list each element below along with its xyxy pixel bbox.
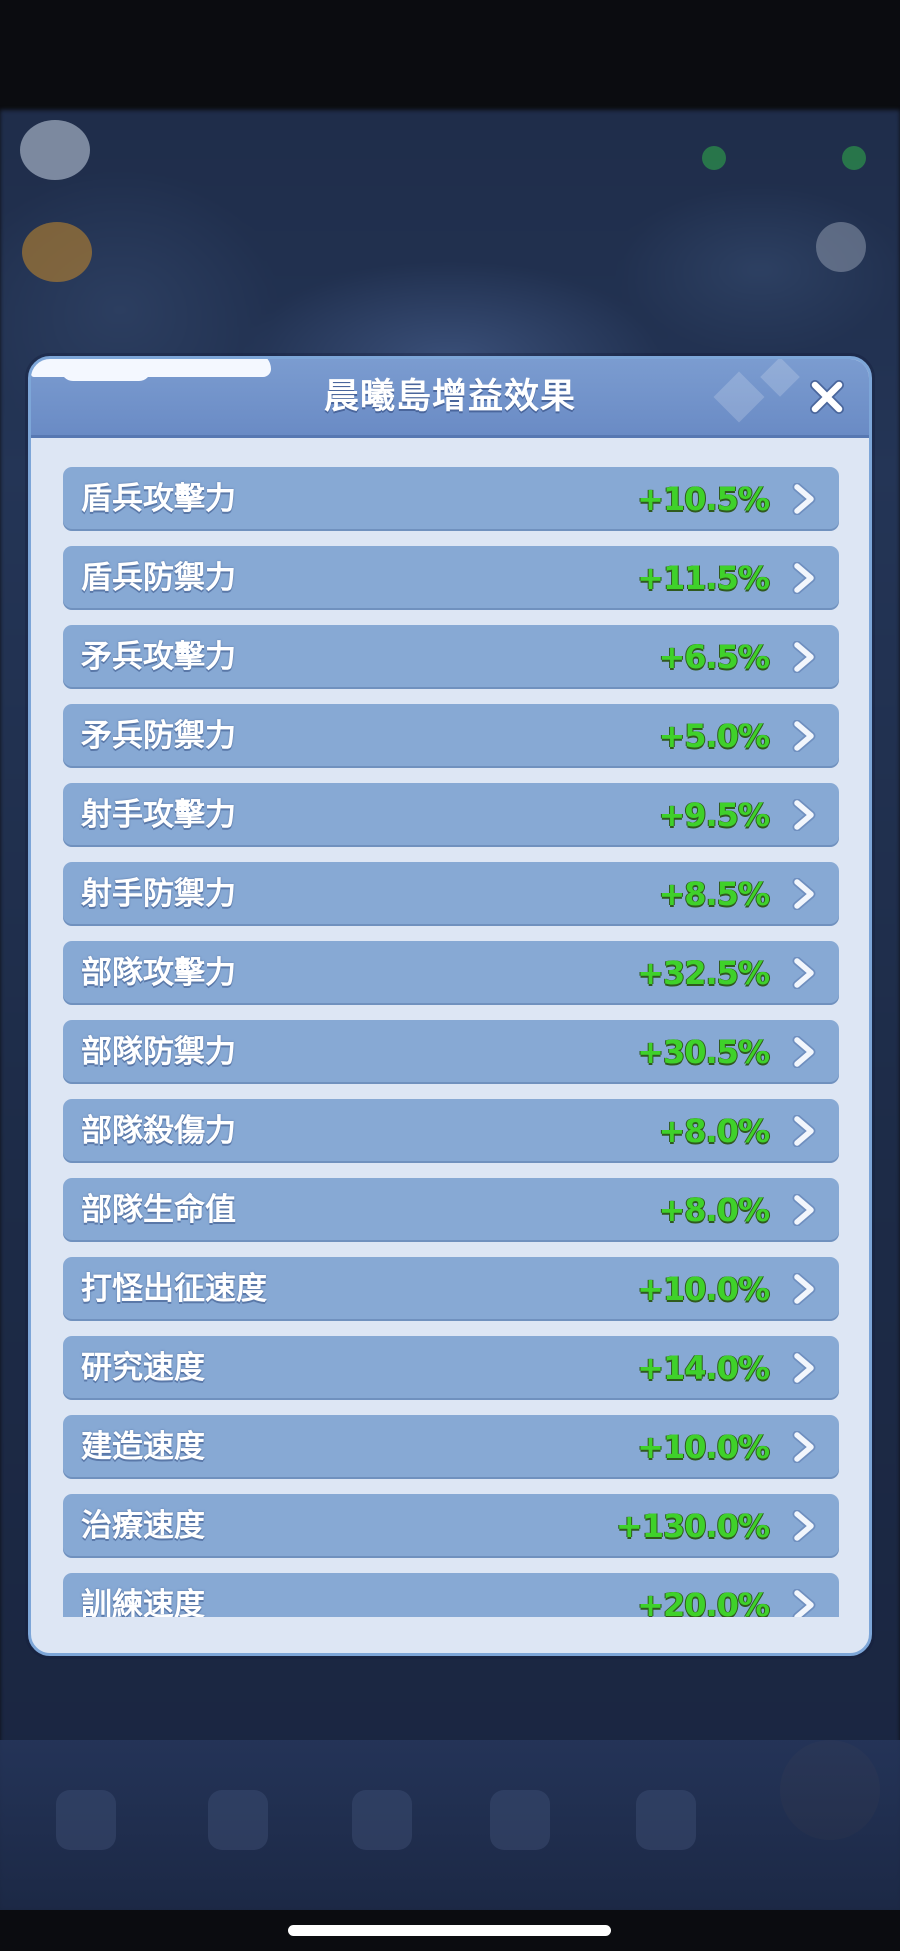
buff-label: 研究速度 [81, 1350, 205, 1386]
buff-label: 射手攻擊力 [81, 797, 236, 833]
dialog-header: 晨曦島增益效果 [31, 359, 869, 438]
buff-value: +10.0% [637, 1270, 770, 1308]
buff-row[interactable]: 盾兵攻擊力 +10.5% [63, 467, 839, 531]
background-nav-icon [208, 1790, 268, 1850]
buff-row[interactable]: 部隊殺傷力 +8.0% [63, 1099, 839, 1163]
chevron-right-icon[interactable] [789, 1273, 819, 1305]
dialog-title: 晨曦島增益效果 [323, 377, 576, 417]
background-nav-icon [56, 1790, 116, 1850]
buff-label: 部隊攻擊力 [81, 955, 236, 991]
buff-value: +8.0% [658, 1112, 770, 1150]
buff-value: +6.5% [658, 638, 770, 676]
buff-value: +130.0% [615, 1507, 770, 1545]
buff-value: +11.5% [637, 559, 770, 597]
buff-dialog: 晨曦島增益效果 盾兵攻擊力 +10.5% 盾兵防禦力 +11.5% 矛兵攻擊力 +6.5%… [28, 356, 872, 1656]
buff-label: 治療速度 [81, 1508, 205, 1544]
close-button[interactable] [803, 373, 851, 421]
buff-list[interactable]: 盾兵攻擊力 +10.5% 盾兵防禦力 +11.5% 矛兵攻擊力 +6.5% 矛兵防禦力 +5.… [63, 467, 839, 1617]
background-nav-icon [636, 1790, 696, 1850]
background-blob [20, 120, 90, 180]
chevron-right-icon[interactable] [789, 1431, 819, 1463]
buff-row[interactable]: 訓練速度 +20.0% [63, 1573, 839, 1617]
buff-label: 矛兵防禦力 [81, 718, 236, 754]
buff-value: +10.5% [637, 480, 770, 518]
home-indicator[interactable] [288, 1925, 611, 1936]
buff-row[interactable]: 打怪出征速度 +10.0% [63, 1257, 839, 1321]
background-nav-icon [490, 1790, 550, 1850]
background-nav-icon [352, 1790, 412, 1850]
chevron-right-icon[interactable] [789, 878, 819, 910]
buff-row[interactable]: 射手防禦力 +8.5% [63, 862, 839, 926]
buff-row[interactable]: 治療速度 +130.0% [63, 1494, 839, 1558]
buff-value: +9.5% [658, 796, 770, 834]
chevron-right-icon[interactable] [789, 641, 819, 673]
buff-label: 矛兵攻擊力 [81, 639, 236, 675]
buff-value: +10.0% [637, 1428, 770, 1466]
buff-label: 射手防禦力 [81, 876, 236, 912]
buff-value: +5.0% [658, 717, 770, 755]
buff-row[interactable]: 建造速度 +10.0% [63, 1415, 839, 1479]
buff-value: +8.0% [658, 1191, 770, 1229]
buff-row[interactable]: 射手攻擊力 +9.5% [63, 783, 839, 847]
buff-row[interactable]: 矛兵防禦力 +5.0% [63, 704, 839, 768]
buff-label: 建造速度 [81, 1429, 205, 1465]
buff-label: 訓練速度 [81, 1587, 205, 1617]
buff-row[interactable]: 研究速度 +14.0% [63, 1336, 839, 1400]
buff-label: 部隊生命值 [81, 1192, 236, 1228]
chevron-right-icon[interactable] [789, 1352, 819, 1384]
chevron-right-icon[interactable] [789, 1510, 819, 1542]
chevron-right-icon[interactable] [789, 562, 819, 594]
chevron-right-icon[interactable] [789, 483, 819, 515]
chevron-right-icon[interactable] [789, 799, 819, 831]
chevron-right-icon[interactable] [789, 1194, 819, 1226]
buff-row[interactable]: 部隊生命值 +8.0% [63, 1178, 839, 1242]
buff-row[interactable]: 部隊防禦力 +30.5% [63, 1020, 839, 1084]
chevron-right-icon[interactable] [789, 957, 819, 989]
buff-row[interactable]: 矛兵攻擊力 +6.5% [63, 625, 839, 689]
buff-row[interactable]: 盾兵防禦力 +11.5% [63, 546, 839, 610]
background-bottom-bar [0, 1740, 900, 1910]
buff-label: 部隊防禦力 [81, 1034, 236, 1070]
buff-label: 打怪出征速度 [81, 1271, 267, 1307]
screen: 晨曦島增益效果 盾兵攻擊力 +10.5% 盾兵防禦力 +11.5% 矛兵攻擊力 +6.5%… [0, 0, 900, 1951]
chevron-right-icon[interactable] [789, 720, 819, 752]
buff-label: 部隊殺傷力 [81, 1113, 236, 1149]
background-blob [816, 222, 866, 272]
background-blob [702, 146, 726, 170]
chevron-right-icon[interactable] [789, 1036, 819, 1068]
buff-row[interactable]: 部隊攻擊力 +32.5% [63, 941, 839, 1005]
buff-value: +8.5% [658, 875, 770, 913]
buff-label: 盾兵攻擊力 [81, 481, 236, 517]
chevron-right-icon[interactable] [789, 1589, 819, 1617]
buff-value: +30.5% [637, 1033, 770, 1071]
background-blob [842, 146, 866, 170]
buff-label: 盾兵防禦力 [81, 560, 236, 596]
close-icon [810, 380, 844, 414]
buff-value: +20.0% [637, 1586, 770, 1617]
buff-value: +32.5% [637, 954, 770, 992]
background-blob [22, 222, 92, 282]
buff-value: +14.0% [637, 1349, 770, 1387]
chevron-right-icon[interactable] [789, 1115, 819, 1147]
